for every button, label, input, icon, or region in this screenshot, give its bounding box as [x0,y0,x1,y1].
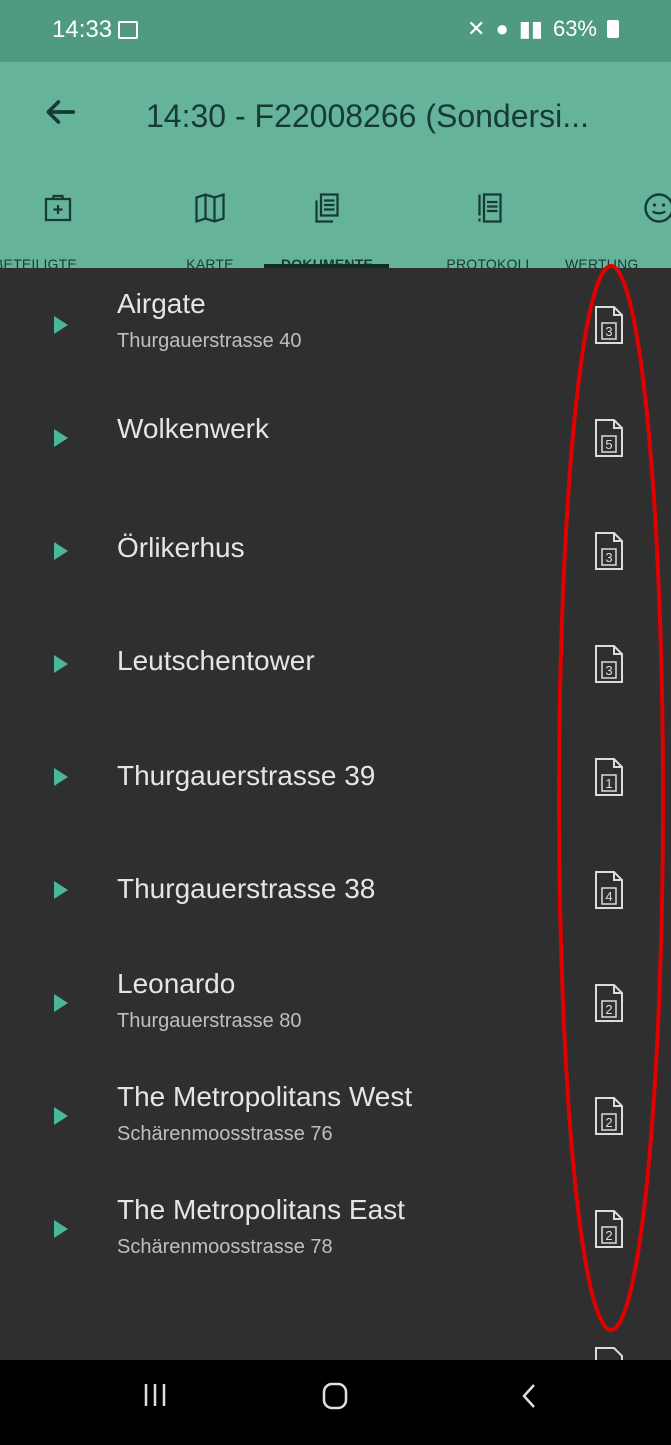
nav-back-icon[interactable] [515,1381,545,1411]
list-item-subtitle: Thurgauerstrasse 40 [117,330,302,352]
list-item-title: Leutschentower [117,645,315,676]
list-item[interactable]: Thurgauerstrasse 39 1 [0,720,671,833]
expand-chevron-icon[interactable] [54,1106,68,1125]
list-item-subtitle: Schärenmoosstrasse 76 [117,1123,333,1145]
document-count-icon[interactable]: 5 [594,418,624,458]
app-bar: 14:30 - F22008266 (Sondersi... [0,62,671,172]
document-count: 2 [605,1228,612,1243]
expand-chevron-icon[interactable] [54,654,68,673]
document-count: 2 [605,1115,612,1130]
tab-bar: BETEILIGTE KARTE DOKUMENTE PROTOKOLL WER… [0,172,671,272]
expand-chevron-icon[interactable] [54,315,68,334]
list-item-title: Thurgauerstrasse 38 [117,873,376,904]
protocol-icon [478,193,502,223]
battery-icon [607,20,619,38]
document-count: 3 [605,324,612,339]
list-item-title: Leonardo [117,968,236,999]
expand-chevron-icon[interactable] [54,428,68,447]
expand-chevron-icon[interactable] [54,1219,68,1238]
list-item[interactable]: Leutschentower 3 [0,607,671,720]
partial-document-icon [595,1347,623,1360]
status-bar: 14:33 ✕ ● ▮▮ 63% [0,0,671,62]
location-icon: ● [495,16,509,41]
document-count-icon[interactable]: 2 [594,983,624,1023]
list-item-title: Örlikerhus [117,532,245,563]
list-item[interactable]: Airgate Thurgauerstrasse 40 3 [0,268,671,381]
system-nav-bar [0,1360,671,1445]
back-arrow-icon[interactable] [40,92,80,132]
status-icons: ✕ ● ▮▮ 63% [467,16,619,42]
smiley-icon [644,193,671,223]
tab-dokumente[interactable]: DOKUMENTE [266,172,388,272]
mute-icon: ✕ [467,16,486,41]
document-count: 4 [605,889,612,904]
expand-chevron-icon[interactable] [54,541,68,560]
document-count: 2 [605,1002,612,1017]
list-item-title: Airgate [117,288,206,319]
map-icon [195,192,225,224]
list-item[interactable]: The Metropolitans East Schärenmoosstrass… [0,1172,671,1285]
document-list: Airgate Thurgauerstrasse 40 3 Wolkenwerk… [0,268,671,1360]
medical-kit-icon [44,194,72,222]
document-count-icon[interactable]: 3 [594,644,624,684]
list-item[interactable]: Leonardo Thurgauerstrasse 80 2 [0,946,671,1059]
status-time: 14:33 [52,16,113,43]
tab-karte[interactable]: KARTE [150,172,270,272]
list-item-title: The Metropolitans East [117,1194,405,1225]
document-count: 5 [605,437,612,452]
documents-icon [315,193,339,223]
document-count-icon[interactable]: 2 [594,1096,624,1136]
expand-chevron-icon[interactable] [54,880,68,899]
page-title: 14:30 - F22008266 (Sondersi... [146,98,589,134]
document-count: 1 [605,776,612,791]
tab-protokoll[interactable]: PROTOKOLL [425,172,555,272]
document-count: 3 [605,663,612,678]
list-item-subtitle: Thurgauerstrasse 80 [117,1010,302,1032]
tab-wertung[interactable]: WERTUNG [565,172,671,268]
expand-chevron-icon[interactable] [54,993,68,1012]
tab-beteiligte[interactable]: BETEILIGTE [0,172,116,272]
document-count: 3 [605,550,612,565]
list-item[interactable]: Thurgauerstrasse 38 4 [0,833,671,946]
document-count-icon[interactable]: 2 [594,1209,624,1249]
tab-label: WERTUNG [565,256,639,268]
list-item[interactable]: Örlikerhus 3 [0,494,671,607]
recent-apps-icon[interactable] [140,1380,170,1410]
list-item-title: The Metropolitans West [117,1081,413,1112]
document-count-icon[interactable]: 4 [594,870,624,910]
list-item-title: Thurgauerstrasse 39 [117,760,376,791]
signal-icon: ▮▮ [518,16,543,41]
document-count-icon[interactable]: 1 [594,757,624,797]
home-icon[interactable] [320,1381,350,1411]
list-item[interactable]: The Metropolitans West Schärenmoosstrass… [0,1059,671,1172]
list-item-subtitle: Schärenmoosstrasse 78 [117,1236,333,1258]
gallery-notification-icon [118,21,138,39]
document-count-icon[interactable]: 3 [594,531,624,571]
document-count-icon[interactable]: 3 [594,305,624,345]
expand-chevron-icon[interactable] [54,767,68,786]
list-item-title: Wolkenwerk [117,413,269,444]
battery-percent: 63% [552,16,597,41]
list-item[interactable]: Wolkenwerk 5 [0,381,671,494]
